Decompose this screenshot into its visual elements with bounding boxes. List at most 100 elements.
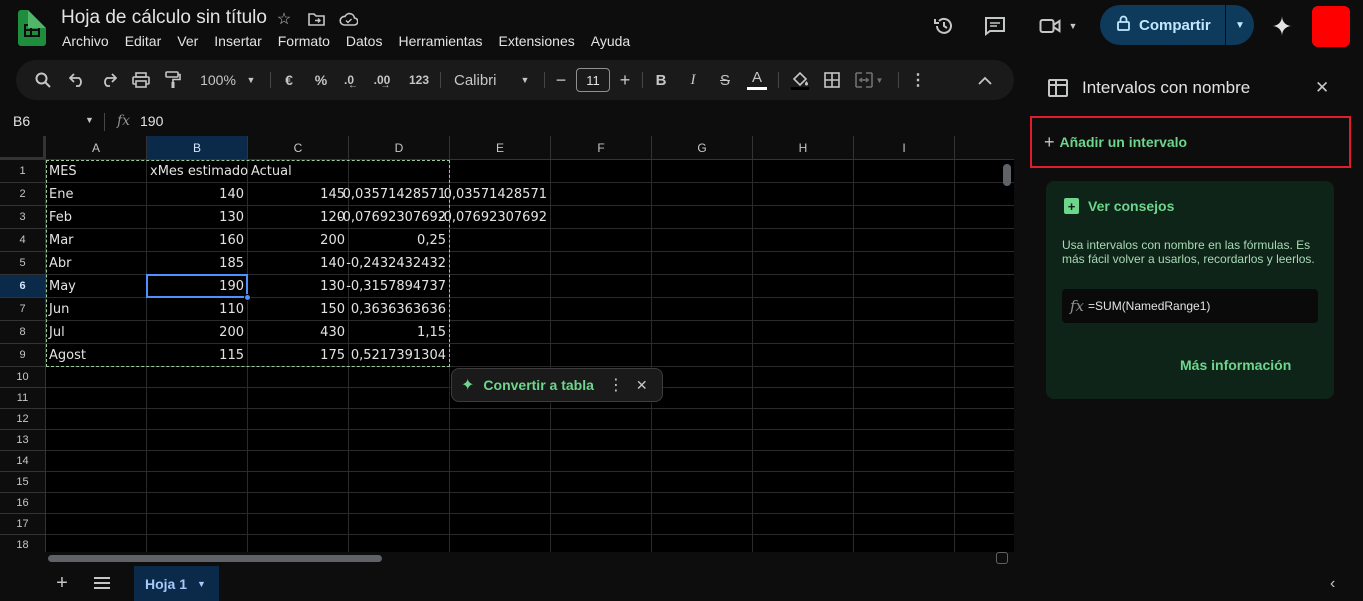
row-header-15[interactable]: 15 bbox=[0, 472, 46, 493]
cell[interactable]: -0,3157894737 bbox=[346, 275, 450, 298]
sheet-tab-dropdown-icon[interactable]: ▼ bbox=[197, 579, 206, 589]
cell[interactable] bbox=[854, 472, 955, 493]
meet-dropdown-icon[interactable]: ▼ bbox=[1069, 21, 1078, 31]
cell[interactable] bbox=[349, 388, 450, 409]
row-header-1[interactable]: 1 bbox=[0, 160, 46, 183]
column-header-e[interactable]: E bbox=[450, 136, 551, 160]
cell[interactable]: 140 bbox=[147, 183, 248, 206]
cell[interactable] bbox=[450, 430, 551, 451]
cell[interactable] bbox=[854, 298, 955, 321]
cell[interactable] bbox=[753, 344, 854, 367]
add-range-button[interactable]: + Añadir un intervalo bbox=[1030, 116, 1351, 168]
cell[interactable] bbox=[349, 160, 450, 183]
merge-cells-icon[interactable]: ▼ bbox=[852, 60, 886, 100]
column-header-a[interactable]: A bbox=[46, 136, 147, 160]
text-color-button[interactable]: A bbox=[746, 60, 768, 100]
font-size-decrease-icon[interactable]: − bbox=[552, 60, 570, 100]
redo-icon[interactable] bbox=[98, 60, 120, 100]
select-all-corner[interactable] bbox=[0, 136, 46, 160]
font-dropdown-icon[interactable]: ▼ bbox=[518, 60, 532, 100]
cell[interactable] bbox=[551, 206, 652, 229]
cell[interactable] bbox=[854, 160, 955, 183]
menu-datos[interactable]: Datos bbox=[346, 33, 383, 49]
row-header-17[interactable]: 17 bbox=[0, 514, 46, 535]
cell[interactable]: -0,07692307692 bbox=[439, 206, 551, 229]
zoom-value[interactable]: 100% bbox=[196, 60, 240, 100]
horizontal-scrollbar[interactable] bbox=[48, 555, 382, 562]
cell[interactable]: Jun bbox=[46, 298, 147, 321]
cell[interactable] bbox=[46, 472, 147, 493]
cell[interactable]: 175 bbox=[248, 344, 349, 367]
cell[interactable] bbox=[551, 409, 652, 430]
cell[interactable] bbox=[349, 451, 450, 472]
cell[interactable] bbox=[450, 344, 551, 367]
cell[interactable] bbox=[46, 514, 147, 535]
row-header-18[interactable]: 18 bbox=[0, 535, 46, 552]
row-header-13[interactable]: 13 bbox=[0, 430, 46, 451]
row-header-12[interactable]: 12 bbox=[0, 409, 46, 430]
cell[interactable] bbox=[551, 298, 652, 321]
row-header-9[interactable]: 9 bbox=[0, 344, 46, 367]
cell[interactable] bbox=[753, 430, 854, 451]
cell[interactable] bbox=[349, 430, 450, 451]
cell[interactable] bbox=[753, 514, 854, 535]
cell[interactable] bbox=[652, 275, 753, 298]
cell[interactable] bbox=[753, 409, 854, 430]
cell[interactable]: xMes estimado bbox=[147, 160, 248, 183]
cell[interactable]: -0,07692307692 bbox=[338, 206, 450, 229]
gemini-spark-icon[interactable] bbox=[1267, 6, 1297, 46]
cell[interactable] bbox=[147, 493, 248, 514]
column-header-f[interactable]: F bbox=[551, 136, 652, 160]
cell[interactable] bbox=[248, 514, 349, 535]
formula-input[interactable]: 190 bbox=[140, 113, 163, 129]
column-header-b[interactable]: B bbox=[147, 136, 248, 160]
menu-extensiones[interactable]: Extensiones bbox=[498, 33, 574, 49]
cell[interactable] bbox=[854, 367, 955, 388]
cell[interactable]: 0,3636363636 bbox=[349, 298, 450, 321]
menu-ayuda[interactable]: Ayuda bbox=[591, 33, 630, 49]
font-size-input[interactable]: 11 bbox=[576, 68, 610, 92]
cell[interactable] bbox=[551, 229, 652, 252]
cell[interactable] bbox=[753, 321, 854, 344]
share-button[interactable]: Compartir ▼ bbox=[1100, 5, 1254, 45]
cell[interactable] bbox=[652, 160, 753, 183]
cell[interactable] bbox=[652, 183, 753, 206]
cell[interactable]: 120 bbox=[248, 206, 349, 229]
cell[interactable] bbox=[955, 514, 1014, 535]
cell[interactable]: MES bbox=[46, 160, 147, 183]
column-header-partial[interactable] bbox=[955, 136, 1014, 160]
comments-icon[interactable] bbox=[981, 6, 1009, 46]
cell[interactable] bbox=[349, 472, 450, 493]
cell[interactable] bbox=[955, 535, 1014, 552]
cell[interactable] bbox=[854, 409, 955, 430]
italic-button[interactable]: I bbox=[682, 60, 704, 100]
cell[interactable] bbox=[854, 252, 955, 275]
cell[interactable] bbox=[450, 298, 551, 321]
cell[interactable] bbox=[147, 451, 248, 472]
cell[interactable]: 1,15 bbox=[349, 321, 450, 344]
cell[interactable] bbox=[147, 367, 248, 388]
cell[interactable] bbox=[753, 252, 854, 275]
cell[interactable] bbox=[753, 493, 854, 514]
cell[interactable] bbox=[652, 298, 753, 321]
cell[interactable]: 430 bbox=[248, 321, 349, 344]
percent-format-button[interactable]: % bbox=[310, 60, 332, 100]
chip-more-icon[interactable]: ⋮ bbox=[608, 375, 624, 395]
cell[interactable]: 200 bbox=[248, 229, 349, 252]
row-header-6[interactable]: 6 bbox=[0, 275, 46, 298]
cell[interactable] bbox=[753, 298, 854, 321]
cell[interactable] bbox=[248, 409, 349, 430]
column-header-h[interactable]: H bbox=[753, 136, 854, 160]
cell[interactable] bbox=[854, 275, 955, 298]
menu-ver[interactable]: Ver bbox=[177, 33, 198, 49]
column-header-c[interactable]: C bbox=[248, 136, 349, 160]
cell[interactable] bbox=[652, 206, 753, 229]
cell[interactable] bbox=[248, 430, 349, 451]
cell[interactable] bbox=[450, 229, 551, 252]
cell[interactable]: 160 bbox=[147, 229, 248, 252]
cell[interactable] bbox=[854, 451, 955, 472]
cell[interactable] bbox=[854, 493, 955, 514]
cell[interactable] bbox=[652, 344, 753, 367]
chip-close-icon[interactable]: ✕ bbox=[636, 377, 648, 394]
row-header-4[interactable]: 4 bbox=[0, 229, 46, 252]
